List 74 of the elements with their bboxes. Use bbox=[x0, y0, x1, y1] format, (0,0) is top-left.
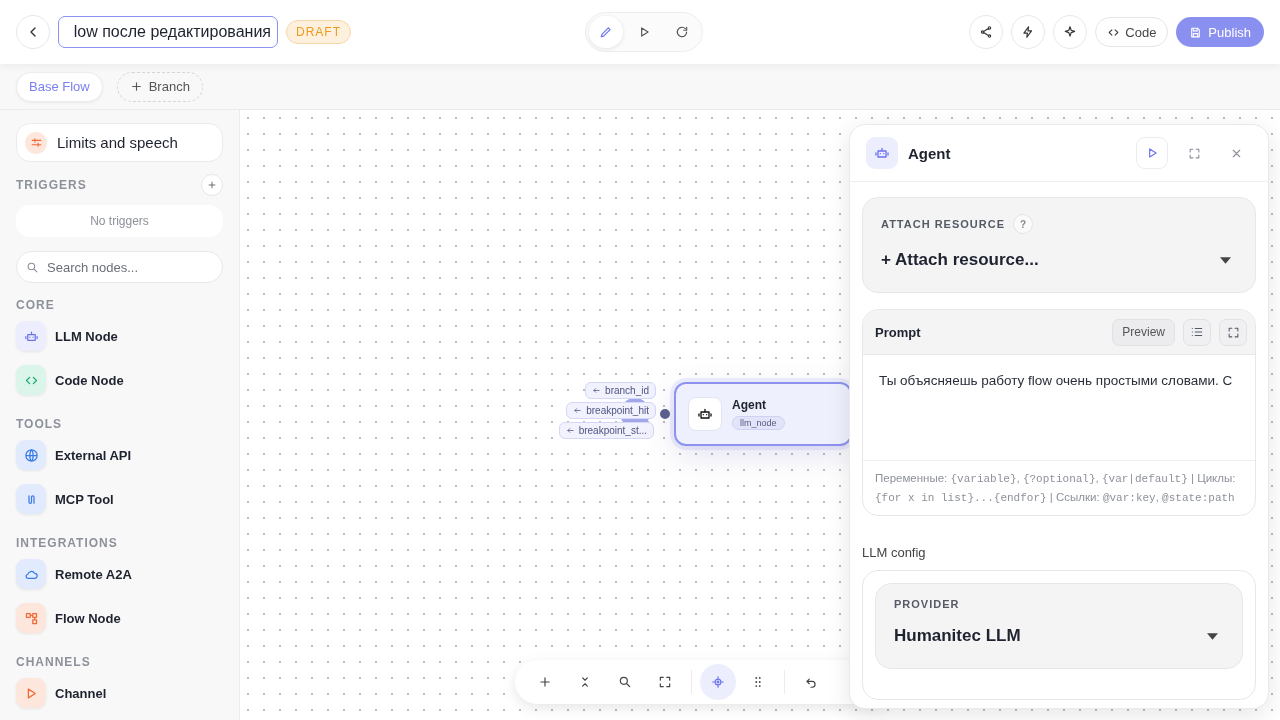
fullscreen-icon bbox=[658, 675, 672, 689]
target-icon bbox=[711, 675, 725, 689]
expand-button[interactable] bbox=[1219, 318, 1247, 346]
list-button[interactable] bbox=[1183, 318, 1211, 346]
arrow-icon bbox=[565, 426, 575, 435]
search-icon bbox=[618, 675, 632, 689]
caret-icon bbox=[1220, 256, 1231, 264]
target-button[interactable] bbox=[700, 664, 736, 700]
section-label: LLM config bbox=[862, 545, 927, 560]
input-handle[interactable] bbox=[658, 407, 672, 421]
node-palette-item[interactable]: Flow Node bbox=[16, 596, 223, 640]
robot-icon bbox=[23, 328, 39, 344]
fullscreen-icon bbox=[1226, 325, 1240, 339]
attach-resource-dropdown[interactable]: + Attach resource... bbox=[881, 250, 1237, 270]
help-badge[interactable]: ? bbox=[1013, 214, 1033, 234]
plus-icon bbox=[129, 80, 143, 93]
code-button[interactable]: Code bbox=[1095, 17, 1169, 47]
section-heading: INTEGRATIONS bbox=[16, 536, 119, 550]
field-label: ATTACH RESOURCE bbox=[881, 218, 1005, 230]
run-button[interactable] bbox=[1136, 137, 1168, 169]
sparkle-button[interactable] bbox=[1053, 15, 1088, 49]
pencil-icon bbox=[599, 25, 613, 39]
sliders-icon bbox=[29, 136, 43, 149]
preview-button[interactable]: Preview bbox=[1112, 318, 1175, 346]
panel-title: Agent bbox=[908, 144, 951, 162]
node-palette-item[interactable]: External API bbox=[16, 433, 223, 477]
arrow-icon bbox=[573, 406, 583, 415]
field-label: PROVIDER bbox=[894, 598, 960, 610]
share-icon bbox=[979, 25, 994, 39]
node-palette-item[interactable]: Code Node bbox=[16, 358, 223, 402]
node-palette-item[interactable]: MCP Tool bbox=[16, 477, 223, 521]
empty-triggers-message: No triggers bbox=[16, 205, 223, 237]
flowchart-icon bbox=[23, 610, 39, 626]
refresh-icon bbox=[675, 25, 689, 39]
template-syntax-hint: Переменные: {variable}, {?optional}, {var|default} | Циклы: {for x in list}...{endfor} | Ссылки: @var:key, @state:path bbox=[874, 471, 1237, 506]
globe-icon bbox=[23, 447, 39, 463]
fullscreen-icon bbox=[1187, 146, 1201, 160]
plus-icon bbox=[538, 675, 552, 689]
prompt-title: Prompt bbox=[875, 324, 921, 340]
branch-tab[interactable]: Base Flow bbox=[16, 71, 103, 102]
caret-icon bbox=[1207, 632, 1218, 640]
search-icon bbox=[26, 261, 39, 274]
agent-node[interactable]: Agent llm_node bbox=[674, 382, 852, 446]
input-port-tag: breakpoint_st... bbox=[558, 422, 654, 439]
robot-icon bbox=[697, 406, 713, 422]
section-heading: CHANNELS bbox=[16, 655, 92, 669]
list-icon bbox=[1190, 325, 1204, 339]
section-heading: TOOLS bbox=[16, 417, 64, 431]
node-palette-item[interactable]: Remote A2A bbox=[16, 552, 223, 596]
undo-icon bbox=[804, 675, 818, 689]
section-heading: CORE bbox=[16, 298, 56, 312]
settings-item[interactable]: Limits and speech bbox=[16, 123, 223, 162]
back-button[interactable] bbox=[16, 15, 50, 49]
flow-name-field[interactable]: low после редактирования bbox=[58, 16, 278, 48]
pencil-mode-button[interactable] bbox=[589, 16, 623, 48]
node-palette-item[interactable]: Channel bbox=[16, 671, 223, 715]
sparkle-icon bbox=[1063, 25, 1078, 39]
search-field[interactable]: Search nodes... bbox=[16, 251, 223, 283]
share-button[interactable] bbox=[969, 15, 1004, 49]
save-icon bbox=[1189, 25, 1203, 39]
node-type-tag: llm_node bbox=[732, 416, 785, 430]
input-port-tag: breakpoint_hit bbox=[566, 402, 656, 419]
status-badge: DRAFT bbox=[286, 20, 351, 44]
robot-icon bbox=[874, 145, 890, 161]
prompt-text[interactable]: Ты объясняешь работу flow очень простыми словами. С bbox=[863, 355, 1255, 461]
node-palette-item[interactable]: LLM Node bbox=[16, 314, 223, 358]
plus-icon bbox=[207, 180, 217, 190]
add-trigger-button[interactable] bbox=[201, 174, 223, 196]
section-heading: TRIGGERS bbox=[16, 178, 87, 192]
node-title: Agent bbox=[732, 398, 766, 412]
provider-dropdown[interactable]: Humanitec LLM bbox=[894, 626, 1224, 646]
arrow-icon bbox=[592, 386, 602, 395]
lightning-button[interactable] bbox=[1011, 15, 1046, 49]
input-port-tag: branch_id bbox=[585, 382, 656, 399]
